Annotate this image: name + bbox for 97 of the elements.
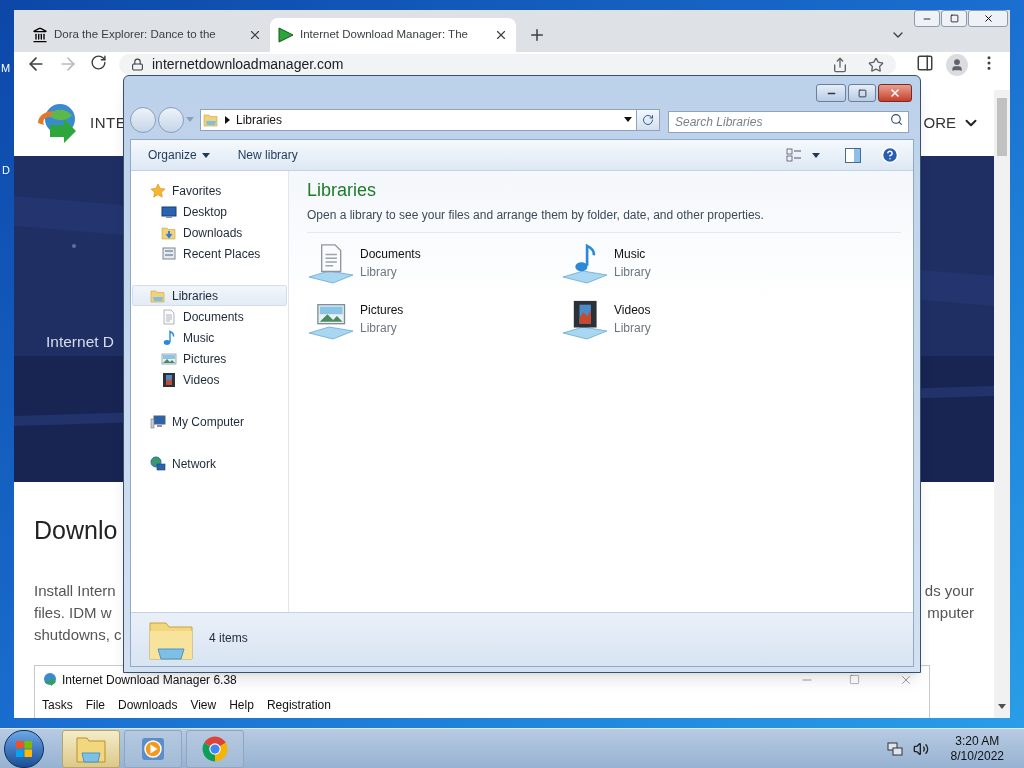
refresh-button[interactable] xyxy=(637,108,660,131)
minimize-button[interactable] xyxy=(914,10,940,27)
new-tab-icon[interactable] xyxy=(528,26,546,44)
address-bar[interactable]: internetdownloadmanager.com xyxy=(119,54,896,75)
nav-item[interactable]: Documents xyxy=(132,306,287,327)
volume-icon[interactable] xyxy=(912,740,929,757)
nav-item[interactable]: Recent Places xyxy=(132,243,287,264)
brand-name: INTE xyxy=(90,112,127,133)
paragraph-line: mputer xyxy=(927,602,974,623)
paragraph-line: Install Intern xyxy=(34,580,117,601)
menu-item[interactable]: Downloads xyxy=(118,695,178,714)
library-item[interactable]: Pictures Library xyxy=(307,295,561,343)
side-panel-icon[interactable] xyxy=(916,54,934,72)
scrollbar[interactable] xyxy=(994,90,1010,718)
paragraph-line: shutdowns, c xyxy=(34,624,122,645)
nav-item[interactable]: Network xyxy=(132,453,287,474)
star-icon xyxy=(150,182,166,199)
libraries-icon xyxy=(203,111,219,128)
minimize-button[interactable] xyxy=(816,84,846,102)
music-icon xyxy=(161,329,177,346)
restore-icon xyxy=(949,14,959,23)
restore-button[interactable] xyxy=(941,10,967,27)
nav-item[interactable]: Videos xyxy=(132,369,287,390)
banner-title: Internet D xyxy=(46,332,115,352)
paragraph-line: files. IDM w xyxy=(34,602,113,623)
library-description: Open a library to see your files and arrange them by folder, date, and other properties. xyxy=(307,207,765,224)
nav-item[interactable]: Desktop xyxy=(132,201,287,222)
dropdown-caret-icon xyxy=(201,152,210,158)
scroll-down-icon[interactable] xyxy=(998,704,1006,710)
close-icon xyxy=(982,13,994,24)
dropdown-caret-icon[interactable] xyxy=(624,117,632,122)
computer-icon xyxy=(150,413,166,430)
folder-icon xyxy=(76,734,106,763)
nav-item[interactable]: My Computer xyxy=(132,411,287,432)
nav-link[interactable]: ORE xyxy=(923,111,956,135)
help-icon[interactable] xyxy=(881,146,899,164)
desktop-icon-label: D xyxy=(2,163,10,178)
menu-item[interactable]: Help xyxy=(229,695,254,714)
refresh-icon xyxy=(642,113,654,126)
preview-pane-icon[interactable] xyxy=(845,147,861,163)
reload-icon[interactable] xyxy=(90,54,107,71)
network-icon xyxy=(150,455,166,472)
close-button[interactable] xyxy=(878,84,912,102)
bookmark-star-icon[interactable] xyxy=(868,56,884,73)
search-field[interactable]: Search Libraries xyxy=(668,110,909,133)
view-options-icon[interactable] xyxy=(786,147,802,163)
section-heading: Downlo xyxy=(34,515,119,546)
desktop-icon-label: M xyxy=(1,61,11,76)
menu-item[interactable]: View xyxy=(190,695,217,714)
close-icon xyxy=(889,87,901,99)
close-icon[interactable] xyxy=(248,28,262,42)
profile-avatar[interactable] xyxy=(946,54,968,76)
nav-item[interactable]: Libraries xyxy=(132,285,287,306)
library-item[interactable]: Documents Library xyxy=(307,239,561,287)
breadcrumb-arrow-icon xyxy=(225,115,230,124)
library-heading: Libraries xyxy=(307,179,378,202)
close-icon[interactable] xyxy=(494,28,508,42)
start-button[interactable] xyxy=(4,729,44,768)
taskbar-button[interactable] xyxy=(124,729,182,768)
play-triangle-icon xyxy=(278,27,294,43)
restore-icon xyxy=(857,88,867,98)
nav-item[interactable]: Favorites xyxy=(132,180,287,201)
paragraph-line: ds your xyxy=(924,580,974,601)
scrollbar-thumb[interactable] xyxy=(997,98,1007,156)
pictures-icon xyxy=(161,350,177,367)
address-field[interactable]: Libraries xyxy=(200,108,637,131)
windows-logo-icon xyxy=(15,739,33,758)
libraries-icon xyxy=(150,287,166,304)
recent-icon xyxy=(161,245,177,262)
desktop-icon xyxy=(161,203,177,220)
menu-item[interactable]: Registration xyxy=(266,695,331,714)
clock[interactable]: 3:20 AM 8/10/2022 xyxy=(950,733,1004,764)
lock-icon xyxy=(131,58,144,71)
item-count: 4 items xyxy=(209,629,248,647)
library-item[interactable]: Music Library xyxy=(561,239,815,287)
videos-icon xyxy=(161,371,177,388)
landmark-icon xyxy=(32,27,48,43)
browser-tab[interactable]: Dora the Explorer: Dance to the xyxy=(24,18,270,52)
nav-item[interactable]: Downloads xyxy=(132,222,287,243)
person-icon xyxy=(950,58,964,72)
library-item[interactable]: Videos Library xyxy=(561,295,815,343)
downloads-icon xyxy=(161,224,177,241)
taskbar-button[interactable] xyxy=(186,729,244,768)
share-icon[interactable] xyxy=(832,56,848,73)
browser-tab[interactable]: Internet Download Manager: The xyxy=(270,18,516,52)
documents-icon xyxy=(161,308,177,325)
nav-item[interactable]: Pictures xyxy=(132,348,287,369)
restore-button[interactable] xyxy=(848,84,876,102)
command-button[interactable]: New library xyxy=(237,146,298,164)
command-button[interactable]: Organize xyxy=(148,146,210,164)
network-icon[interactable] xyxy=(886,740,903,757)
window-title: Internet Download Manager 6.38 xyxy=(62,671,237,689)
menu-item[interactable]: Tasks xyxy=(42,695,73,714)
nav-item[interactable]: Music xyxy=(132,327,287,348)
search-icon xyxy=(890,112,903,126)
dropdown-caret-icon[interactable] xyxy=(812,152,820,158)
menu-item[interactable]: File xyxy=(85,695,106,714)
